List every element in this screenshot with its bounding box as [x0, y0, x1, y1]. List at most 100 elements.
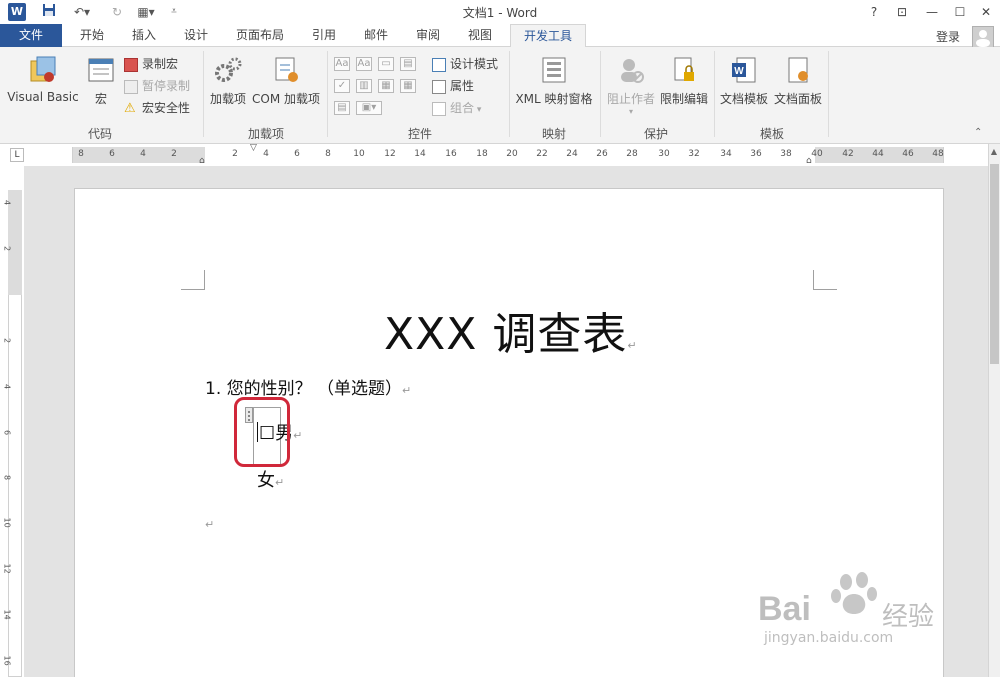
tab-developer[interactable]: 开发工具 — [510, 24, 586, 48]
ruler-tick-label: 6 — [109, 149, 115, 159]
group-divider — [600, 51, 601, 137]
tab-references[interactable]: 引用 — [304, 24, 344, 47]
visual-basic-button[interactable]: Visual Basic — [6, 55, 80, 104]
ruler-tick-label: 46 — [902, 149, 914, 159]
watermark-brand-tail: 经验 — [882, 602, 935, 632]
baidu-jingyan-watermark: Bai 经验 jingyan.baidu.com — [758, 570, 958, 650]
ruler-tick-label: 2 — [2, 245, 12, 252]
tab-view[interactable]: 视图 — [460, 24, 500, 47]
tab-page-layout[interactable]: 页面布局 — [228, 24, 292, 47]
tab-file[interactable]: 文件 — [0, 24, 62, 47]
ruler-tick-label: 12 — [384, 149, 396, 159]
dropdown-control-icon[interactable]: ▦ — [378, 79, 394, 93]
xml-mapping-pane-label: XML 映射窗格 — [515, 92, 593, 106]
word-document-icon: W — [718, 55, 770, 88]
ruler-tick-label: 6 — [2, 429, 12, 436]
ruler-tick-label: 16 — [445, 149, 457, 159]
ruler-tick-label: 6 — [294, 149, 300, 159]
ruler-tick-label: 44 — [872, 149, 884, 159]
document-template-button[interactable]: W 文档模板 — [718, 55, 770, 107]
tab-design[interactable]: 设计 — [176, 24, 216, 47]
addins-button[interactable]: 加载项 — [208, 55, 248, 107]
macro-security-button[interactable]: ⚠ 宏安全性 — [124, 99, 190, 117]
group-addins-label: 加载项 — [247, 127, 284, 141]
scrollbar-thumb[interactable] — [990, 164, 999, 364]
restrict-editing-button[interactable]: 限制编辑 — [658, 55, 710, 107]
com-addins-icon — [250, 55, 322, 88]
ruler-tick-label: 10 — [2, 517, 12, 528]
ruler-tick-label: 42 — [842, 149, 854, 159]
document-heading[interactable]: XXX 调查表↵ — [384, 298, 638, 362]
window-title: 文档1 - Word — [462, 6, 538, 20]
rich-text-control-icon[interactable]: Aa — [334, 57, 350, 71]
close-button[interactable]: ✕ — [972, 2, 1000, 22]
word-window: W ↶▾ ↻ ▦▾ ⩡ 文档1 - Word ? ⊡ — ☐ ✕ 文件 开始 插… — [0, 0, 1000, 677]
group-divider — [203, 51, 204, 137]
right-indent-marker[interactable]: ⌂ — [806, 156, 812, 166]
xml-mapping-pane-button[interactable]: XML 映射窗格 — [512, 55, 596, 107]
ruler-tick-label: 34 — [720, 149, 732, 159]
ruler-tick-label: 38 — [780, 149, 792, 159]
document-panel-button[interactable]: 文档面板 — [772, 55, 824, 107]
collapse-ribbon-icon[interactable]: ⌃ — [974, 127, 982, 138]
group-divider — [714, 51, 715, 137]
tab-mailings[interactable]: 邮件 — [356, 24, 396, 47]
sign-in-link[interactable]: 登录 — [936, 28, 960, 45]
gear-icon — [208, 55, 248, 88]
combobox-control-icon[interactable]: ▥ — [356, 79, 372, 93]
visual-basic-label: Visual Basic — [7, 90, 79, 104]
group-button[interactable]: 组合 ▾ — [432, 99, 481, 117]
ruler-tick-label: 4 — [140, 149, 146, 159]
option-female[interactable]: 女↵ — [257, 466, 284, 492]
block-authors-button[interactable]: 阻止作者 ▾ — [604, 55, 658, 116]
ruler-tick-label: 4 — [263, 149, 269, 159]
restrict-editing-label: 限制编辑 — [659, 92, 708, 106]
picture-control-icon[interactable]: ▭ — [378, 57, 394, 71]
first-line-indent-marker[interactable]: ▽ — [250, 143, 257, 153]
addins-label: 加载项 — [209, 92, 246, 106]
question-1[interactable]: 1. 您的性别？ （单选题）↵ — [205, 374, 411, 399]
com-addins-button[interactable]: COM 加载项 — [250, 55, 322, 107]
ribbon-display-button[interactable]: ⊡ — [888, 2, 916, 22]
repeating-section-control-icon[interactable]: ▤ — [334, 101, 350, 115]
help-button[interactable]: ? — [860, 2, 888, 22]
record-macro-button[interactable]: 录制宏 — [124, 55, 178, 73]
left-indent-marker[interactable]: ⌂ — [199, 156, 205, 166]
tab-home[interactable]: 开始 — [72, 24, 112, 47]
group-templates-label: 模板 — [759, 127, 784, 141]
tab-review[interactable]: 审阅 — [408, 24, 448, 47]
ribbon-tabs: 文件 开始 插入 设计 页面布局 引用 邮件 审阅 视图 开发工具 登录 — [0, 24, 1000, 48]
ruler-tick-label: 48 — [932, 149, 944, 159]
block-authors-icon — [604, 55, 658, 88]
date-picker-control-icon[interactable]: ▦ — [400, 79, 416, 93]
maximize-button[interactable]: ☐ — [946, 2, 974, 22]
group-code-label: 代码 — [87, 127, 112, 141]
empty-paragraph-mark: ↵ — [205, 518, 215, 531]
pause-recording-button[interactable]: 暂停录制 — [124, 77, 190, 95]
scroll-up-icon[interactable]: ▲ — [989, 147, 999, 159]
macros-button[interactable]: 宏 — [84, 55, 118, 107]
group-controls-label: 控件 — [407, 127, 432, 141]
group-protect-label: 保护 — [643, 127, 668, 141]
building-block-control-icon[interactable]: ▤ — [400, 57, 416, 71]
pause-icon — [124, 79, 138, 94]
design-mode-button[interactable]: 设计模式 — [432, 55, 498, 73]
ruler-tick-label: 4 — [2, 383, 12, 390]
ruler-tick-label: 8 — [325, 149, 331, 159]
plain-text-control-icon[interactable]: Aa — [356, 57, 372, 71]
minimize-button[interactable]: — — [918, 2, 946, 22]
design-mode-icon — [432, 57, 446, 72]
tab-selector[interactable]: L — [10, 148, 24, 162]
chevron-down-icon: ▾ — [628, 107, 633, 116]
checkbox-control-icon[interactable]: ✓ — [334, 79, 350, 93]
avatar[interactable] — [972, 26, 994, 48]
tab-insert[interactable]: 插入 — [124, 24, 164, 47]
ruler-tick-label: 32 — [688, 149, 700, 159]
document-panel-label: 文档面板 — [773, 92, 822, 106]
properties-button[interactable]: 属性 — [432, 77, 474, 95]
ruler-tick-label: 2 — [171, 149, 177, 159]
block-authors-label: 阻止作者 — [606, 92, 655, 106]
ruler-tick-label: 16 — [2, 655, 12, 666]
legacy-tools-icon[interactable]: ▣▾ — [356, 101, 382, 115]
ruler-tick-label: 2 — [232, 149, 238, 159]
